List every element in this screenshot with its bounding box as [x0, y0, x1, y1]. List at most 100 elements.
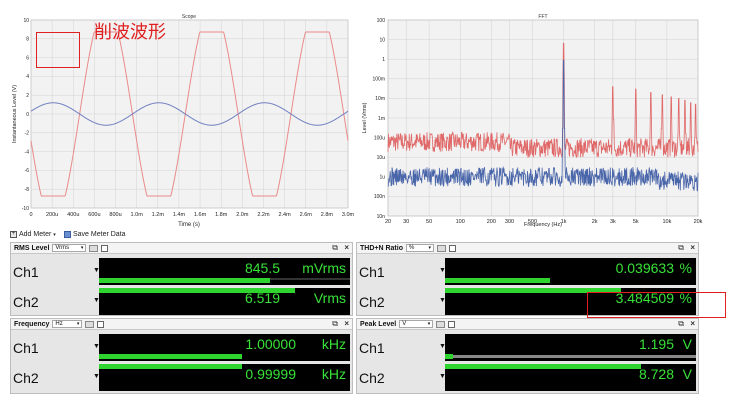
thd-unit-select[interactable]: % ▾ [405, 244, 434, 252]
scope-y-tick-label: 4 [26, 74, 29, 80]
fft-y-tick-label: 100n [374, 194, 385, 200]
plus-icon: + [10, 231, 17, 238]
rms-popout-icon[interactable]: ⧉ [332, 243, 338, 253]
scope-x-tick-label: 2.2m [257, 212, 270, 218]
peak-ch2-meter: 8.728 V [445, 364, 696, 391]
peak-ch1-value: 1.195 [638, 336, 674, 352]
scope-title: Scope [182, 14, 196, 20]
scope-y-tick-label: 6 [26, 55, 29, 61]
fft-x-tick-label: 20k [694, 219, 703, 225]
peak-ch2-bar [445, 364, 641, 369]
rms-close-icon[interactable]: × [344, 243, 349, 252]
fft-plot[interactable]: FFT Frequency (Hz) Level (Vrms) 100 10 1 10… [360, 12, 706, 228]
fft-x-tick-label: 100 [456, 219, 465, 225]
fft-x-tick-label: 300 [505, 219, 514, 225]
freq-ch1-unit: kHz [321, 336, 346, 352]
fft-x-tick-label: 30 [403, 219, 409, 225]
frequency-title: Frequency [14, 320, 50, 328]
fft-y-tick-label: 1u [379, 175, 385, 181]
thd-ch2-highlight-box [587, 292, 726, 318]
scope-x-tick-label: 0 [29, 212, 32, 218]
freq-ch2-label: Ch2 [13, 370, 39, 386]
thd-n-header: THD+N Ratio % ▾ ⧉ × [357, 243, 698, 254]
peak-ch1-bar [445, 354, 453, 359]
frequency-panel: Frequency Hz ▾ ⧉ × Ch1 ▼ 1.00000 kHz Ch2 … [10, 318, 353, 394]
scope-x-tick-label: 1.4m [173, 212, 186, 218]
scope-x-tick-label: 3.0m [342, 212, 355, 218]
scope-x-tick-label: 600u [88, 212, 100, 218]
thd-popout-icon[interactable]: ⧉ [678, 243, 684, 253]
meter-toolbar: + Add Meter ▾ Save Meter Data [10, 231, 710, 241]
freq-options-icon[interactable] [97, 320, 105, 328]
thd-close-icon[interactable]: × [690, 243, 695, 252]
peak-ch1-meter: 1.195 V [445, 334, 696, 361]
peak-level-panel: Peak Level V ▾ ⧉ × Ch1 ▼ 1.195 V Ch2 ▼ 8.… [356, 318, 699, 394]
fft-x-tick-label: 200 [487, 219, 496, 225]
scope-y-tick-label: -8 [25, 187, 30, 193]
scope-x-tick-label: 2.8m [321, 212, 334, 218]
scope-x-tick-label: 1.6m [194, 212, 207, 218]
peak-ch2-value: 8.728 [638, 366, 674, 382]
thd-settings-icon[interactable] [436, 244, 446, 252]
rms-unit-select[interactable]: Vrms ▾ [52, 244, 87, 252]
rms-ch1-value: 845.5 [244, 260, 280, 276]
scope-y-tick-label: 10 [23, 18, 29, 24]
freq-settings-icon[interactable] [85, 320, 95, 328]
rms-ch2-unit: Vrms [313, 290, 346, 306]
rms-ch1-label: Ch1 [13, 264, 39, 280]
clip-highlight-box [36, 32, 80, 68]
freq-ch1-meter: 1.00000 kHz [99, 334, 350, 361]
thd-options-icon[interactable] [448, 244, 456, 252]
fft-x-tick-label: 5k [633, 219, 639, 225]
peak-row-ch2: Ch2 ▼ 8.728 V [357, 362, 698, 392]
scope-y-tick-label: -10 [22, 206, 29, 212]
rms-level-header: RMS Level Vrms ▾ ⧉ × [11, 243, 352, 254]
fft-x-tick-label: 2k [592, 219, 598, 225]
rms-ch1-bar [99, 278, 270, 283]
fft-x-tick-label: 20 [385, 219, 391, 225]
scope-y-tick-label: 8 [26, 37, 29, 43]
save-meter-label: Save Meter Data [73, 231, 126, 238]
add-meter-button[interactable]: + Add Meter ▾ [10, 231, 56, 238]
thd-ch2-label: Ch2 [359, 294, 385, 310]
fft-y-tick-label: 100 [377, 18, 386, 24]
add-meter-label: Add Meter [19, 231, 52, 238]
scope-x-tick-label: 1.8m [215, 212, 228, 218]
peak-unit-select[interactable]: V ▾ [399, 320, 434, 328]
frequency-header: Frequency Hz ▾ ⧉ × [11, 319, 352, 330]
save-meter-data-button[interactable]: Save Meter Data [64, 231, 126, 238]
peak-settings-icon[interactable] [436, 320, 446, 328]
fft-ylabel: Level (Vrms) [362, 102, 368, 133]
peak-close-icon[interactable]: × [690, 319, 695, 328]
freq-popout-icon[interactable]: ⧉ [332, 319, 338, 329]
thd-ch1-label: Ch1 [359, 264, 385, 280]
scope-ylabel: Instantaneous Level (V) [12, 85, 18, 143]
rms-level-title: RMS Level [14, 244, 50, 252]
scope-xlabel: Time (s) [178, 222, 200, 228]
peak-ch2-unit: V [682, 366, 692, 382]
annotation-label: 削波波形 [94, 22, 166, 43]
freq-ch1-bar [99, 354, 243, 359]
freq-ch2-unit: kHz [321, 366, 346, 382]
peak-options-icon[interactable] [448, 320, 456, 328]
peak-level-header: Peak Level V ▾ ⧉ × [357, 319, 698, 330]
fft-y-tick-label: 1m [378, 116, 385, 122]
freq-ch1-value: 1.00000 [245, 336, 296, 352]
freq-close-icon[interactable]: × [344, 319, 349, 328]
thd-ch1-meter: 0.039633 % [445, 258, 696, 285]
freq-ch2-meter: 0.99999 kHz [99, 364, 350, 391]
scope-x-tick-label: 2.0m [236, 212, 249, 218]
fft-x-tick-label: 3k [610, 219, 616, 225]
fft-x-tick-label: 500 [528, 219, 537, 225]
rms-options-icon[interactable] [101, 244, 109, 252]
scope-x-tick-label: 200u [46, 212, 58, 218]
freq-unit-select[interactable]: Hz ▾ [52, 320, 83, 328]
rms-level-panel: RMS Level Vrms ▾ ⧉ × Ch1 ▼ 845.5 mVrms Ch… [10, 242, 353, 316]
fft-x-tick-label: 1k [561, 219, 567, 225]
peak-popout-icon[interactable]: ⧉ [678, 319, 684, 329]
rms-settings-icon[interactable] [89, 244, 99, 252]
rms-ch1-unit: mVrms [302, 260, 346, 276]
rms-ch2-label: Ch2 [13, 294, 39, 310]
scope-y-tick-label: -2 [25, 131, 30, 137]
fft-y-tick-label: 10n [377, 214, 386, 220]
